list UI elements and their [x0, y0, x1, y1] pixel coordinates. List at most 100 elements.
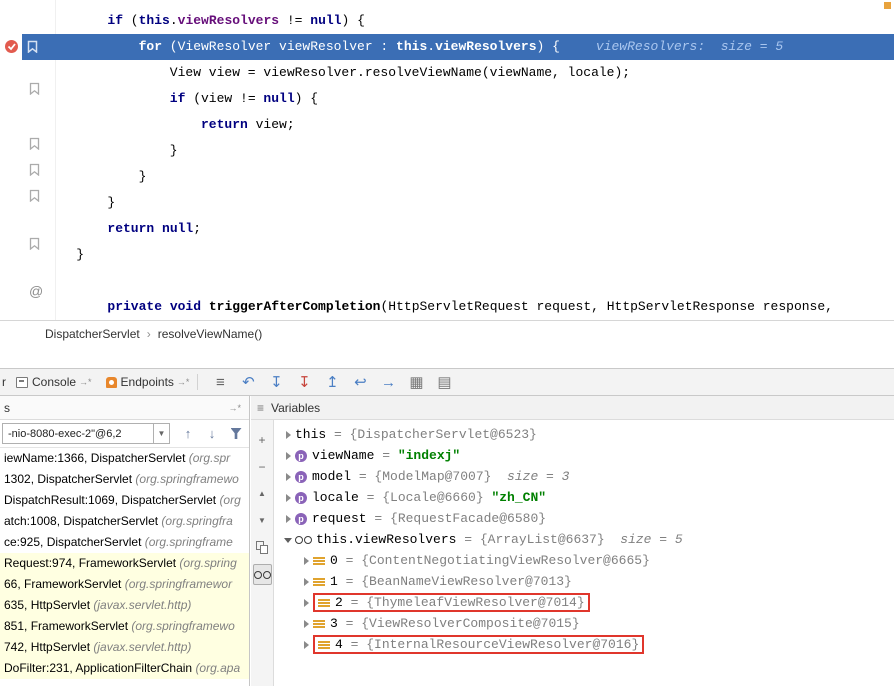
bookmark-icon — [29, 82, 40, 100]
chevron-right-icon[interactable] — [300, 617, 313, 630]
field-icon — [313, 619, 325, 629]
breakpoint-icon[interactable] — [4, 39, 19, 59]
view-as-table-icon[interactable]: ▦ — [402, 373, 430, 391]
toolbar-divider — [197, 374, 198, 390]
tab-debugger-fragment[interactable]: r — [2, 375, 6, 389]
remove-watch-icon[interactable]: − — [253, 453, 272, 480]
scroll-up-icon[interactable]: ▲ — [253, 480, 272, 507]
variables-header: ≡ Variables — [251, 396, 894, 420]
frames-header: s →* — [0, 396, 249, 420]
pin-icon[interactable]: →* — [228, 403, 241, 413]
thread-selector[interactable]: -nio-8080-exec-2"@6,2 ▼ — [2, 423, 170, 444]
layout-settings-icon[interactable]: ▤ — [430, 373, 458, 391]
pin-icon[interactable]: →* — [79, 377, 92, 387]
variable-row[interactable]: this = {DispatcherServlet@6523} — [274, 424, 894, 445]
variable-row[interactable]: prequest = {RequestFacade@6580} — [274, 508, 894, 529]
frames-tab-label[interactable]: s — [4, 401, 10, 415]
error-stripe-mark — [884, 2, 891, 9]
stack-frame[interactable]: DispatchResult:1069, DispatcherServlet (… — [0, 490, 249, 511]
code-line: } — [0, 164, 894, 190]
stack-frame[interactable]: DoFilter:231, ApplicationFilterChain (or… — [0, 658, 249, 679]
frames-list: iewName:1366, DispatcherServlet (org.spr… — [0, 448, 249, 686]
stack-frame[interactable]: 1302, DispatcherServlet (org.springframe… — [0, 469, 249, 490]
execution-line: for (ViewResolver viewResolver : this.vi… — [22, 34, 894, 60]
breadcrumb-separator-icon: › — [147, 327, 151, 341]
variable-row[interactable]: 3 = {ViewResolverComposite@7015} — [274, 613, 894, 634]
variable-row[interactable]: this.viewResolvers = {ArrayList@6637} si… — [274, 529, 894, 550]
code-editor[interactable]: if (this.viewResolvers != null) {for (Vi… — [0, 0, 894, 320]
bookmark-icon[interactable] — [27, 40, 38, 58]
step-out-icon[interactable]: ↥ — [318, 373, 346, 391]
panel-menu-icon[interactable]: ≡ — [257, 401, 264, 415]
code-line: if (this.viewResolvers != null) { — [0, 8, 894, 34]
stack-frame[interactable]: Request:974, FrameworkServlet (org.sprin… — [0, 553, 249, 574]
show-execution-point-icon[interactable]: ↶ — [234, 373, 262, 391]
thread-selector-value: -nio-8080-exec-2"@6,2 — [3, 428, 153, 440]
chevron-right-icon[interactable] — [282, 470, 295, 483]
parameter-icon: p — [295, 471, 307, 483]
field-icon — [318, 640, 330, 650]
debug-window-spacer — [0, 346, 894, 368]
menu-icon[interactable]: ≡ — [206, 374, 234, 391]
variables-panel: ≡ Variables +−▲▼ this = {DispatcherServl… — [251, 396, 894, 686]
next-frame-icon[interactable]: ↓ — [200, 426, 224, 441]
chevron-right-icon[interactable] — [282, 512, 295, 525]
variables-side-toolbar: +−▲▼ — [251, 420, 274, 686]
filter-frames-icon[interactable] — [224, 428, 248, 439]
variables-title: Variables — [271, 401, 320, 415]
duplicate-watch-icon[interactable] — [253, 534, 272, 561]
highlight-box: 4 = {InternalResourceViewResolver@7016} — [313, 635, 644, 654]
tab-endpoints[interactable]: Endpoints — [121, 375, 174, 389]
breadcrumb-class[interactable]: DispatcherServlet — [45, 327, 140, 341]
variables-body: +−▲▼ this = {DispatcherServlet@6523}pvie… — [251, 420, 894, 686]
stack-frame[interactable]: 635, HttpServlet (javax.servlet.http) — [0, 595, 249, 616]
breadcrumb: DispatcherServlet › resolveViewName() — [0, 320, 894, 346]
bookmark-icon — [29, 137, 40, 155]
variable-row[interactable]: plocale = {Locale@6660} "zh_CN" — [274, 487, 894, 508]
variables-tree: this = {DispatcherServlet@6523}pviewName… — [274, 424, 894, 686]
stack-frame[interactable]: atch:1008, DispatcherServlet (org.spring… — [0, 511, 249, 532]
stack-frame[interactable]: ce:925, DispatcherServlet (org.springfra… — [0, 532, 249, 553]
variable-row[interactable]: 2 = {ThymeleafViewResolver@7014} — [274, 592, 894, 613]
scroll-down-icon[interactable]: ▼ — [253, 507, 272, 534]
bookmark-icon — [29, 189, 40, 207]
endpoints-icon — [106, 377, 117, 388]
variable-row[interactable]: 1 = {BeanNameViewResolver@7013} — [274, 571, 894, 592]
run-to-cursor-icon[interactable]: → — [374, 374, 402, 391]
show-watches-icon[interactable] — [253, 564, 272, 585]
stack-frame[interactable]: 851, FrameworkServlet (org.springframewo — [0, 616, 249, 637]
highlight-box: 2 = {ThymeleafViewResolver@7014} — [313, 593, 590, 612]
chevron-down-icon[interactable]: ▼ — [153, 424, 169, 443]
step-over-icon[interactable]: ↧ — [262, 373, 290, 391]
code-line: if (view != null) { — [0, 86, 894, 112]
chevron-right-icon[interactable] — [282, 449, 295, 462]
force-step-into-icon[interactable]: ↧ — [290, 373, 318, 391]
variable-row[interactable]: 0 = {ContentNegotiatingViewResolver@6665… — [274, 550, 894, 571]
stack-frame[interactable]: iewName:1366, DispatcherServlet (org.spr — [0, 448, 249, 469]
bookmark-icon — [29, 237, 40, 255]
chevron-right-icon[interactable] — [300, 596, 313, 609]
chevron-right-icon[interactable] — [300, 638, 313, 651]
tab-console[interactable]: Console — [32, 375, 76, 389]
ide-debug-window: if (this.viewResolvers != null) {for (Vi… — [0, 0, 894, 686]
add-watch-icon[interactable]: + — [253, 426, 272, 453]
code-line: return null; — [0, 216, 894, 242]
parameter-icon: p — [295, 492, 307, 504]
chevron-down-icon[interactable] — [282, 533, 295, 546]
variable-row[interactable]: pmodel = {ModelMap@7007} size = 3 — [274, 466, 894, 487]
chevron-right-icon[interactable] — [282, 491, 295, 504]
variable-row[interactable]: 4 = {InternalResourceViewResolver@7016} — [274, 634, 894, 655]
stack-frame[interactable]: 742, HttpServlet (javax.servlet.http) — [0, 637, 249, 658]
drop-frame-icon[interactable]: ↩ — [346, 373, 374, 391]
previous-frame-icon[interactable]: ↑ — [176, 426, 200, 441]
breadcrumb-method[interactable]: resolveViewName() — [158, 327, 262, 341]
variable-row[interactable]: pviewName = "indexj" — [274, 445, 894, 466]
chevron-right-icon[interactable] — [282, 428, 295, 441]
frames-toolbar: -nio-8080-exec-2"@6,2 ▼ ↑↓ — [0, 420, 249, 448]
debug-body: s →* -nio-8080-exec-2"@6,2 ▼ ↑↓ iewName:… — [0, 396, 894, 686]
chevron-right-icon[interactable] — [300, 554, 313, 567]
stack-frame[interactable]: 66, FrameworkServlet (org.springframewor — [0, 574, 249, 595]
pin-icon[interactable]: →* — [177, 377, 190, 387]
field-icon — [313, 577, 325, 587]
chevron-right-icon[interactable] — [300, 575, 313, 588]
